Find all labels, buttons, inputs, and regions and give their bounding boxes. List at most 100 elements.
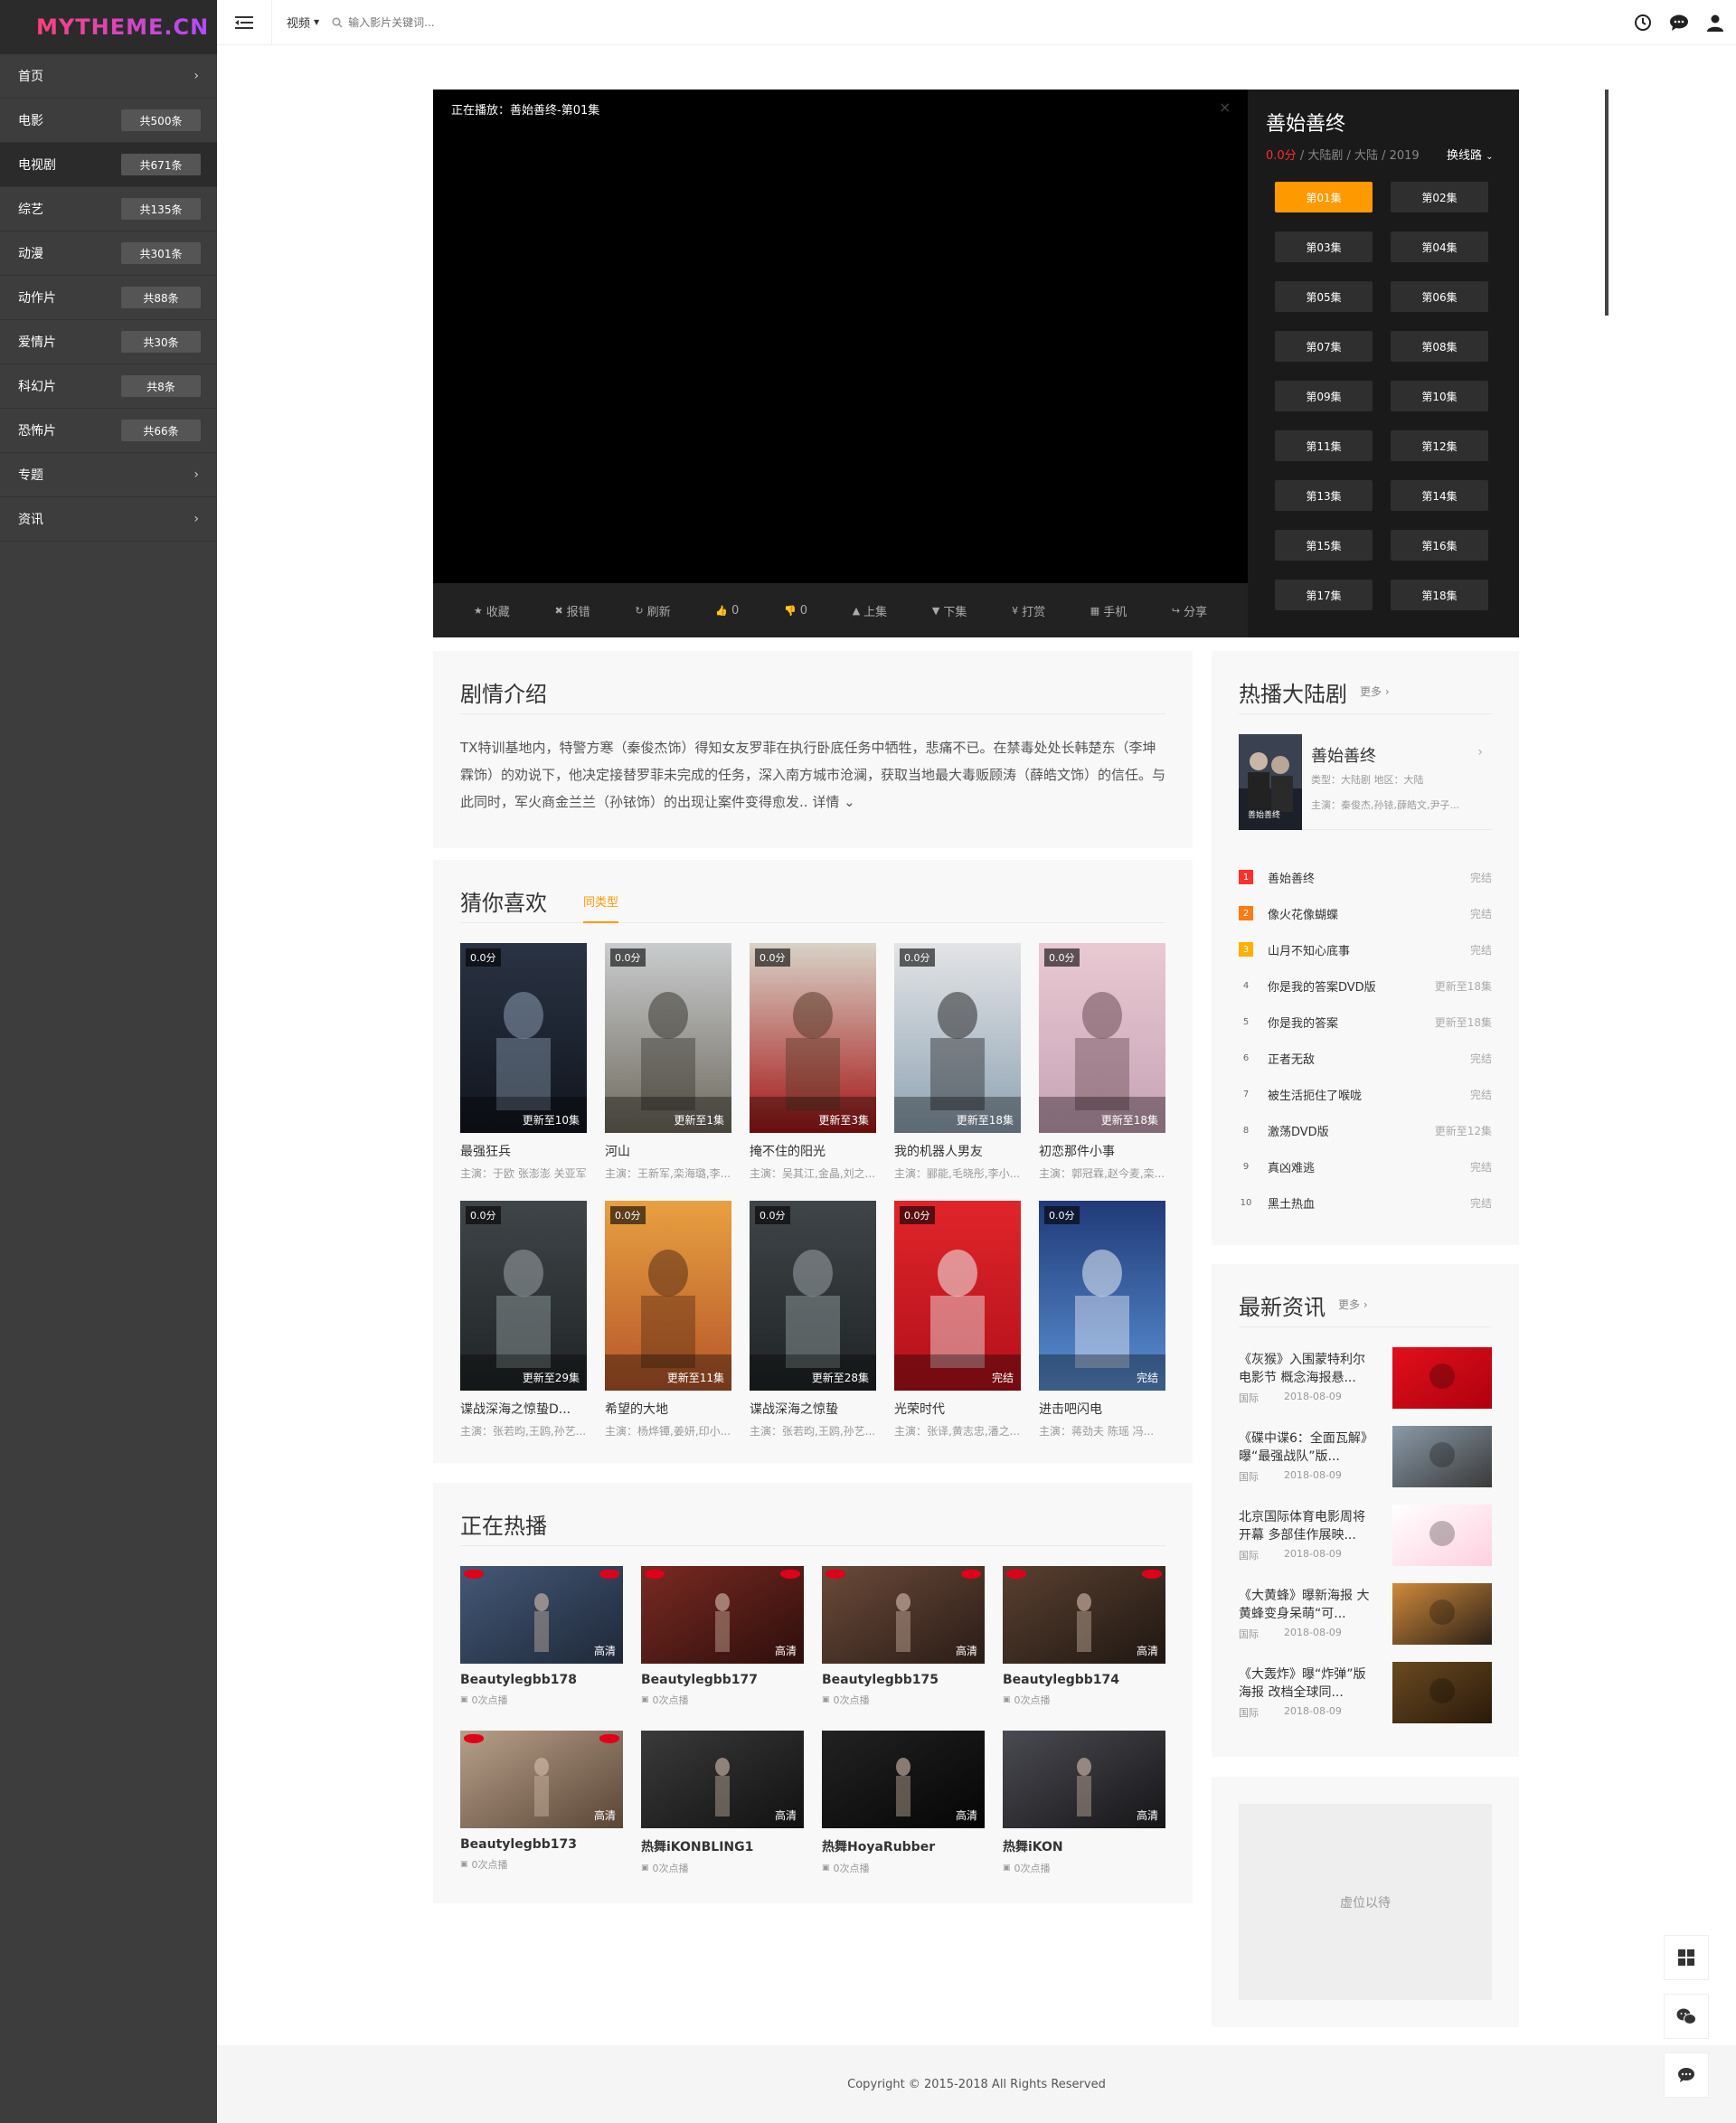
rank-row[interactable]: 4 你是我的答案DVD版 更新至18集	[1239, 967, 1492, 1004]
episode-button[interactable]: 第07集	[1275, 331, 1373, 362]
video-area[interactable]: 正在播放：善始善终-第01集 ×	[433, 90, 1248, 637]
video-thumbnail[interactable]: 高清	[641, 1731, 804, 1828]
item-title[interactable]: 光荣时代	[894, 1400, 1021, 1418]
switch-line-button[interactable]: 换线路 ⌄	[1447, 146, 1494, 163]
item-title[interactable]: 掩不住的阳光	[750, 1142, 876, 1160]
item-title[interactable]: 最强狂兵	[460, 1142, 587, 1160]
episode-button[interactable]: 第03集	[1275, 231, 1373, 262]
episode-button[interactable]: 第05集	[1275, 281, 1373, 312]
recommend-item[interactable]: 0.0分 更新至18集 我的机器人男友 主演：郦能,毛晓彤,李小...	[894, 943, 1021, 1181]
rank-row[interactable]: 3 山月不知心底事 完结	[1239, 931, 1492, 967]
recommend-item[interactable]: 0.0分 更新至10集 最强狂兵 主演：于欧 张澎澎 关亚军	[460, 943, 587, 1181]
category-select[interactable]: 视频 ▼	[272, 14, 332, 31]
recommend-item[interactable]: 0.0分 完结 进击吧闪电 主演：蒋劲夫 陈瑶 冯...	[1039, 1201, 1165, 1439]
rank-title[interactable]: 正者无敌	[1268, 1050, 1470, 1067]
rank-row[interactable]: 5 你是我的答案 更新至18集	[1239, 1004, 1492, 1040]
user-button[interactable]	[1703, 11, 1727, 34]
ad-placeholder[interactable]: 虚位以待	[1239, 1804, 1492, 2000]
rank-title[interactable]: 山月不知心底事	[1268, 941, 1470, 958]
toolbar-qrcode-button[interactable]: ▦ 手机	[1090, 602, 1127, 619]
episode-button[interactable]: 第10集	[1391, 381, 1488, 411]
sidebar-item-4[interactable]: 动漫 共301条	[0, 231, 217, 276]
toolbar-refresh-button[interactable]: ↻ 刷新	[635, 602, 670, 619]
sidebar-item-7[interactable]: 科幻片 共8条	[0, 364, 217, 409]
episode-button[interactable]: 第17集	[1275, 580, 1373, 610]
rank-row[interactable]: 2 像火花像蝴蝶 完结	[1239, 895, 1492, 931]
rank-row[interactable]: 7 被生活扼住了喉咙 完结	[1239, 1076, 1492, 1112]
rank-row[interactable]: 10 黑土热血 完结	[1239, 1184, 1492, 1221]
video-thumbnail[interactable]: 高清	[460, 1731, 623, 1828]
poster-image[interactable]: 0.0分 更新至18集	[1039, 943, 1165, 1133]
featured-poster[interactable]: 善始善终	[1239, 734, 1302, 830]
hot-video-item[interactable]: 高清 热舞HoyaRubber ▣ 0次点播	[822, 1731, 985, 1875]
hot-video-item[interactable]: 高清 Beautylegbb173 ▣ 0次点播	[460, 1731, 623, 1875]
poster-image[interactable]: 0.0分 更新至18集	[894, 943, 1021, 1133]
video-title[interactable]: Beautylegbb174	[1003, 1673, 1165, 1687]
hot-video-item[interactable]: 高清 热舞iKON ▣ 0次点播	[1003, 1731, 1165, 1875]
toolbar-down-button[interactable]: ▼ 下集	[932, 602, 967, 619]
video-thumbnail[interactable]: 高清	[641, 1566, 804, 1664]
toolbar-share-button[interactable]: ↪ 分享	[1172, 602, 1207, 619]
news-item[interactable]: 《碟中谍6：全面瓦解》曝“最强战队”版... 国际 2018-08-09	[1239, 1426, 1492, 1487]
rank-title[interactable]: 激荡DVD版	[1268, 1122, 1435, 1139]
rank-title[interactable]: 你是我的答案	[1268, 1014, 1435, 1031]
hot-video-item[interactable]: 高清 热舞iKONBLING1 ▣ 0次点播	[641, 1731, 804, 1875]
toolbar-up-button[interactable]: ▲ 上集	[853, 602, 887, 619]
video-title[interactable]: 热舞iKON	[1003, 1837, 1165, 1855]
episode-button[interactable]: 第08集	[1391, 331, 1488, 362]
hot-video-item[interactable]: 高清 Beautylegbb175 ▣ 0次点播	[822, 1566, 985, 1707]
rank-title[interactable]: 你是我的答案DVD版	[1268, 977, 1435, 995]
item-title[interactable]: 初恋那件小事	[1039, 1142, 1165, 1160]
episode-button[interactable]: 第14集	[1391, 480, 1488, 511]
rank-title[interactable]: 像火花像蝴蝶	[1268, 905, 1470, 922]
video-title[interactable]: 热舞iKONBLING1	[641, 1837, 804, 1855]
history-button[interactable]	[1631, 11, 1655, 34]
menu-toggle-button[interactable]	[217, 0, 271, 45]
news-item[interactable]: 《大黄蜂》曝新海报 大黄蜂变身呆萌“可... 国际 2018-08-09	[1239, 1583, 1492, 1645]
hot-series-more-link[interactable]: 更多 ›	[1360, 684, 1390, 699]
rank-title[interactable]: 黑土热血	[1268, 1194, 1470, 1212]
sidebar-item-9[interactable]: 专题 ›	[0, 453, 217, 497]
poster-image[interactable]: 0.0分 完结	[1039, 1201, 1165, 1391]
sidebar-item-0[interactable]: 首页 ›	[0, 54, 217, 99]
video-title[interactable]: Beautylegbb175	[822, 1673, 985, 1687]
sidebar-item-3[interactable]: 综艺 共135条	[0, 187, 217, 231]
video-thumbnail[interactable]: 高清	[822, 1566, 985, 1664]
recommend-item[interactable]: 0.0分 更新至28集 谍战深海之惊蛰 主演：张若昀,王鸥,孙艺...	[750, 1201, 876, 1439]
episode-button[interactable]: 第13集	[1275, 480, 1373, 511]
episode-button[interactable]: 第02集	[1391, 182, 1488, 212]
sidebar-item-5[interactable]: 动作片 共88条	[0, 276, 217, 320]
news-item[interactable]: 北京国际体育电影周将开幕 多部佳作展映... 国际 2018-08-09	[1239, 1505, 1492, 1566]
search-input[interactable]	[348, 15, 620, 29]
video-title[interactable]: Beautylegbb177	[641, 1673, 804, 1687]
sidebar-item-10[interactable]: 资讯 ›	[0, 497, 217, 542]
news-title[interactable]: 《大轰炸》曝“炸弹”版海报 改档全球同...	[1239, 1665, 1374, 1702]
episode-button[interactable]: 第06集	[1391, 281, 1488, 312]
recommend-item[interactable]: 0.0分 更新至3集 掩不住的阳光 主演：吴其江,金晶,刘之...	[750, 943, 876, 1181]
rank-row[interactable]: 6 正者无敌 完结	[1239, 1040, 1492, 1076]
item-title[interactable]: 河山	[605, 1142, 731, 1160]
recommend-item[interactable]: 0.0分 更新至29集 谍战深海之惊蛰D... 主演：张若昀,王鸥,孙艺...	[460, 1201, 587, 1439]
news-thumbnail[interactable]	[1392, 1583, 1492, 1645]
episode-button[interactable]: 第15集	[1275, 530, 1373, 561]
news-thumbnail[interactable]	[1392, 1662, 1492, 1723]
episode-button[interactable]: 第12集	[1391, 430, 1488, 461]
video-thumbnail[interactable]: 高清	[1003, 1566, 1165, 1664]
tab-same-type[interactable]: 同类型	[583, 892, 619, 923]
recommend-item[interactable]: 0.0分 更新至1集 河山 主演：王新军,栾海璐,李...	[605, 943, 731, 1181]
sidebar-item-1[interactable]: 电影 共500条	[0, 99, 217, 143]
episode-button[interactable]: 第09集	[1275, 381, 1373, 411]
news-title[interactable]: 《大黄蜂》曝新海报 大黄蜂变身呆萌“可...	[1239, 1587, 1374, 1623]
poster-image[interactable]: 0.0分 更新至3集	[750, 943, 876, 1133]
recommend-item[interactable]: 0.0分 更新至11集 希望的大地 主演：杨烨镡,姜妍,印小...	[605, 1201, 731, 1439]
poster-image[interactable]: 0.0分 更新至11集	[605, 1201, 731, 1391]
item-title[interactable]: 谍战深海之惊蛰D...	[460, 1400, 587, 1418]
item-title[interactable]: 希望的大地	[605, 1400, 731, 1418]
close-icon[interactable]: ×	[1219, 99, 1231, 116]
rank-title[interactable]: 善始善终	[1268, 869, 1470, 886]
episode-button[interactable]: 第16集	[1391, 530, 1488, 561]
rank-title[interactable]: 被生活扼住了喉咙	[1268, 1086, 1470, 1103]
news-more-link[interactable]: 更多 ›	[1338, 1297, 1368, 1312]
video-title[interactable]: Beautylegbb178	[460, 1673, 623, 1687]
comment-button[interactable]	[1667, 11, 1691, 34]
